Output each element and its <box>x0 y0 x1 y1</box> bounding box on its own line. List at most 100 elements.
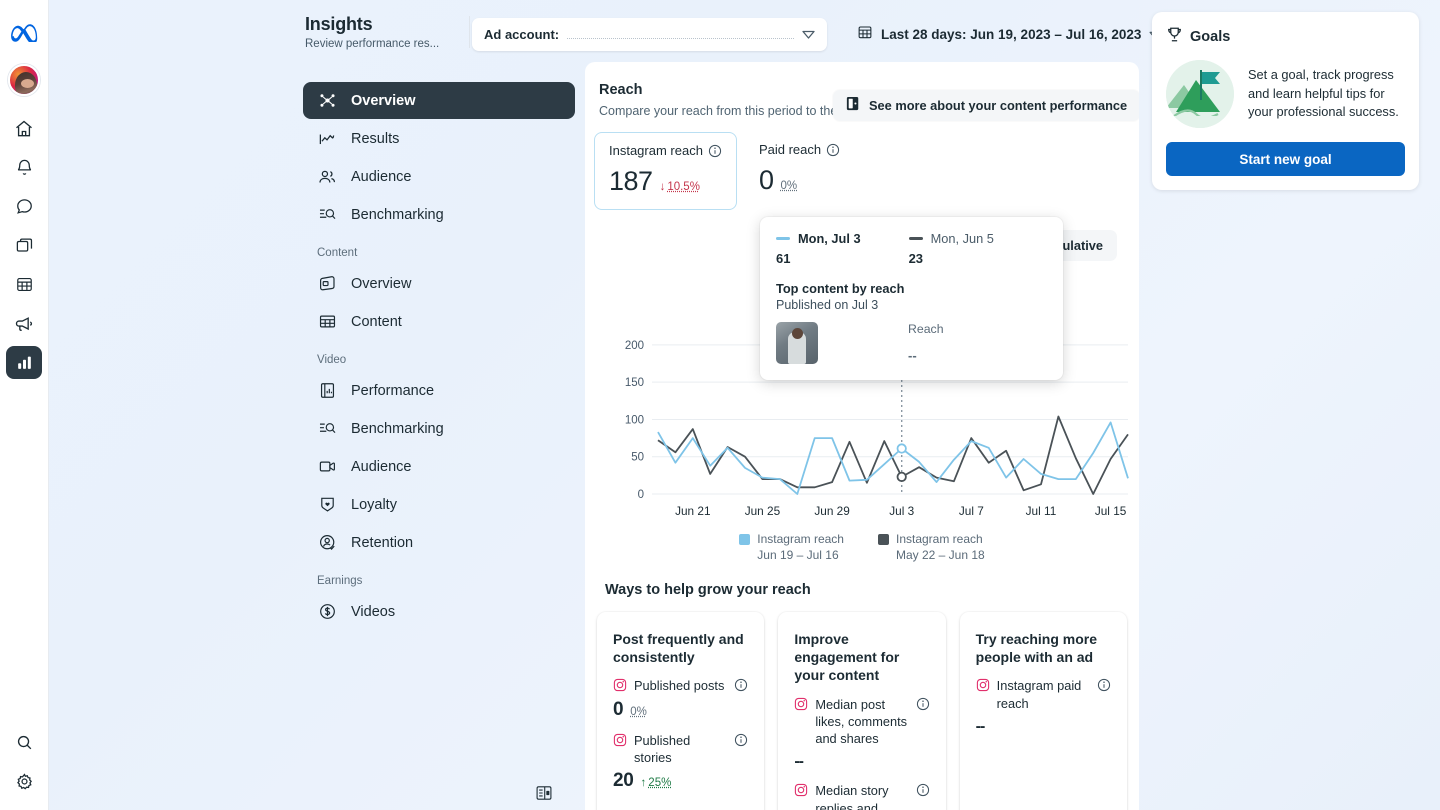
info-icon[interactable] <box>826 143 840 157</box>
info-icon[interactable] <box>708 144 722 158</box>
goals-title: Goals <box>1190 29 1231 45</box>
way-metric: Published posts 0 0% <box>613 677 748 720</box>
avatar[interactable] <box>8 64 40 96</box>
sidebar-item-label: Overview <box>351 275 412 292</box>
tooltip-current-value: 61 <box>776 251 791 266</box>
sidebar-item-label: Performance <box>351 382 435 399</box>
sidebar-item-video-benchmarking[interactable]: Benchmarking <box>303 410 575 447</box>
y-axis-tick-label: 0 <box>638 489 644 501</box>
metric-delta: 0% <box>780 180 797 192</box>
tooltip-metric-value: -- <box>908 348 917 363</box>
trend-line-icon <box>317 129 337 149</box>
sidebar-item-content-overview[interactable]: Overview <box>303 265 575 302</box>
bell-icon[interactable] <box>6 151 42 184</box>
info-icon[interactable] <box>916 697 930 711</box>
panel-layout-icon[interactable] <box>531 782 557 804</box>
chart-data-point[interactable] <box>896 471 907 482</box>
sidebar-item-loyalty[interactable]: Loyalty <box>303 486 575 523</box>
tooltip-top-content: Top content by reach Published on Jul 3 … <box>776 281 1047 364</box>
sidebar-item-benchmarking[interactable]: Benchmarking <box>303 196 575 233</box>
ad-account-select[interactable]: Ad account: <box>472 18 827 51</box>
rail-icon-list <box>6 112 42 379</box>
tooltip-previous-date: Mon, Jun 5 <box>930 231 994 246</box>
way-card-title: Improve engagement for your content <box>794 631 900 684</box>
date-range-picker[interactable]: Last 28 days: Jun 19, 2023 – Jul 16, 202… <box>847 18 1171 51</box>
chart-series <box>657 415 1129 495</box>
sidebar-item-earnings-videos[interactable]: Videos <box>303 593 575 630</box>
y-axis-tick-label: 150 <box>625 377 644 389</box>
metric-value-row: 187 ↓ 10.5% <box>609 166 722 197</box>
search-icon[interactable] <box>6 726 42 759</box>
sidebar-item-video-audience[interactable]: Audience <box>303 448 575 485</box>
people-icon <box>317 167 337 187</box>
instagram-icon <box>794 697 808 711</box>
way-metric: Median post likes, comments and shares -… <box>794 696 929 772</box>
gear-icon[interactable] <box>6 765 42 798</box>
megaphone-icon[interactable] <box>6 307 42 340</box>
home-icon[interactable] <box>6 112 42 145</box>
metric-instagram-reach[interactable]: Instagram reach 187 ↓ 10.5% <box>594 132 737 211</box>
way-metric-value-row: 0 0% <box>613 699 748 721</box>
meta-logo-icon[interactable] <box>9 18 39 48</box>
book-icon <box>846 96 860 116</box>
tooltip-content-metric: Reach -- <box>908 322 944 363</box>
chart-data-point[interactable] <box>896 443 907 454</box>
sidebar-item-audience[interactable]: Audience <box>303 158 575 195</box>
page-title: Insights Review performance res... <box>305 14 465 50</box>
insights-nav: Overview Results Audience Benchmarking C… <box>303 82 575 631</box>
way-metric-label-row: Median post likes, comments and shares <box>794 696 929 748</box>
info-icon[interactable] <box>734 733 748 747</box>
metric-label: Instagram reach <box>609 143 703 159</box>
way-metric-delta: ↑ 25% <box>641 777 672 789</box>
arrow-up-icon: ↑ <box>640 777 647 790</box>
metric-paid-reach[interactable]: Paid reach 0 0% <box>745 132 865 210</box>
sidebar-item-overview[interactable]: Overview <box>303 82 575 119</box>
bar-chart-icon[interactable] <box>6 346 42 379</box>
x-axis-tick-label: Jul 3 <box>889 504 914 518</box>
see-more-content-performance-button[interactable]: See more about your content performance <box>833 90 1139 121</box>
start-new-goal-label: Start new goal <box>1239 151 1332 167</box>
info-icon[interactable] <box>916 783 930 797</box>
sidebar-item-label: Content <box>351 313 402 330</box>
ways-to-grow-section: Ways to help grow your reach Post freque… <box>585 582 1139 810</box>
legend-label: Instagram reach <box>757 532 844 546</box>
post-thumbnail[interactable] <box>776 322 818 364</box>
way-metric-label-row: Median story replies and shares <box>794 782 929 810</box>
x-axis-tick-label: Jun 21 <box>675 504 710 518</box>
pages-icon[interactable] <box>6 229 42 262</box>
sidebar-item-retention[interactable]: Retention <box>303 524 575 561</box>
tooltip-previous-header: Mon, Jun 5 <box>908 231 994 246</box>
sidebar-item-results[interactable]: Results <box>303 120 575 157</box>
chevron-down-icon <box>802 26 815 44</box>
grid-icon[interactable] <box>6 268 42 301</box>
legend-range: May 22 – Jun 18 <box>895 548 985 562</box>
start-new-goal-button[interactable]: Start new goal <box>1166 142 1405 176</box>
sidebar-item-label: Audience <box>351 458 412 475</box>
arrow-down-icon: ↓ <box>659 181 666 194</box>
left-icon-rail <box>0 0 49 810</box>
way-metric-value: -- <box>975 717 986 735</box>
chat-icon[interactable] <box>6 190 42 223</box>
chart-x-axis-labels: Jun 21 Jun 25 Jun 29 Jul 3 Jul 7 Jul 11 Jul 15 <box>675 504 1127 518</box>
instagram-icon <box>976 678 990 692</box>
reach-metrics: Instagram reach 187 ↓ 10.5% Paid reach 0… <box>585 120 1139 211</box>
chart-legend: Instagram reach Jun 19 – Jul 16 Instagra… <box>585 532 1139 562</box>
tooltip-series-values: Mon, Jul 3 61 Mon, Jun 5 23 <box>776 231 1047 266</box>
tooltip-current-date: Mon, Jul 3 <box>798 231 861 246</box>
tooltip-previous-value: 23 <box>908 251 924 266</box>
way-metric-label-row: Instagram paid reach <box>976 677 1111 712</box>
chart-y-axis-labels: 0 50 100 150 200 <box>625 340 644 501</box>
way-metric-delta: 0% <box>630 706 647 718</box>
way-card-title: Try reaching more people with an ad <box>975 631 1098 666</box>
y-axis-tick-label: 100 <box>625 414 644 426</box>
way-metric-label-row: Published stories <box>613 732 748 767</box>
info-icon[interactable] <box>1097 678 1111 692</box>
legend-item-current: Instagram reach Jun 19 – Jul 16 <box>739 532 844 562</box>
info-icon[interactable] <box>734 678 748 692</box>
legend-range: Jun 19 – Jul 16 <box>757 548 839 562</box>
legend-swatch <box>739 533 751 545</box>
sidebar-item-content[interactable]: Content <box>303 303 575 340</box>
sidebar-item-video-performance[interactable]: Performance <box>303 372 575 409</box>
dollar-circle-icon <box>317 602 337 622</box>
way-metric-label: Published stories <box>634 732 691 765</box>
